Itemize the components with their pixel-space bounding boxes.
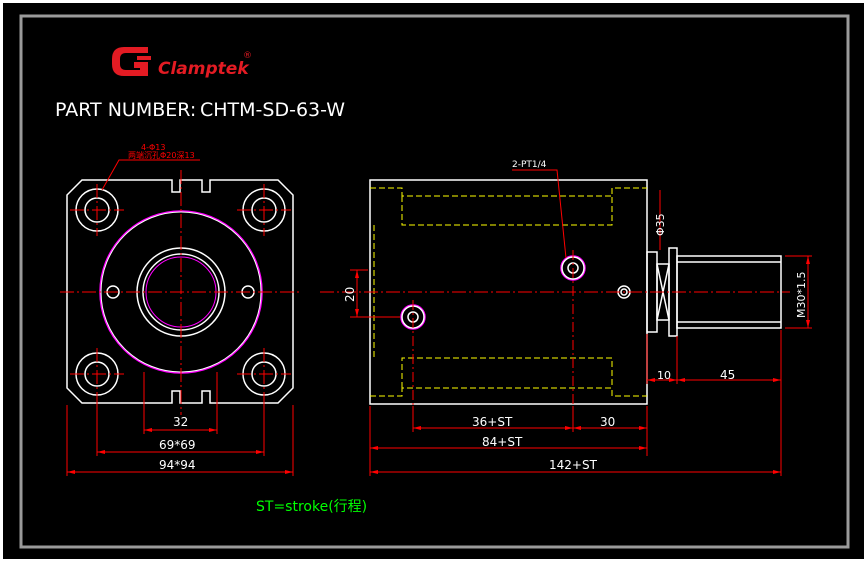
stroke-note: ST=stroke(行程) (256, 499, 367, 515)
registered-mark: ® (243, 51, 252, 61)
hole-note-counterbore: 两端沉孔Φ20深13 (128, 150, 195, 160)
part-number-value: CHTM-SD-63-W (200, 99, 345, 121)
dim-rod-diameter: Φ35 (654, 213, 667, 236)
dim-84-st: 84+ST (482, 435, 523, 449)
dim-20: 20 (343, 287, 357, 302)
dim-30: 30 (600, 415, 615, 429)
port-note: 2-PT1/4 (512, 160, 547, 170)
drawing-window: Clamptek ® PART NUMBER: CHTM-SD-63-W 4-Φ… (0, 0, 867, 562)
dim-94x94: 94*94 (159, 458, 196, 472)
part-number-label: PART NUMBER: (55, 99, 196, 121)
cad-drawing: Clamptek ® PART NUMBER: CHTM-SD-63-W 4-Φ… (0, 0, 867, 562)
drawing-canvas (3, 3, 864, 559)
dim-36-st: 36+ST (472, 415, 513, 429)
dim-10: 10 (657, 369, 671, 382)
brand-name: Clamptek (158, 59, 250, 79)
dim-32: 32 (173, 415, 188, 429)
dim-69x69: 69*69 (159, 438, 196, 452)
dim-45: 45 (720, 368, 735, 382)
dim-142-st: 142+ST (549, 458, 598, 472)
dim-thread: M30*1.5 (795, 272, 808, 318)
